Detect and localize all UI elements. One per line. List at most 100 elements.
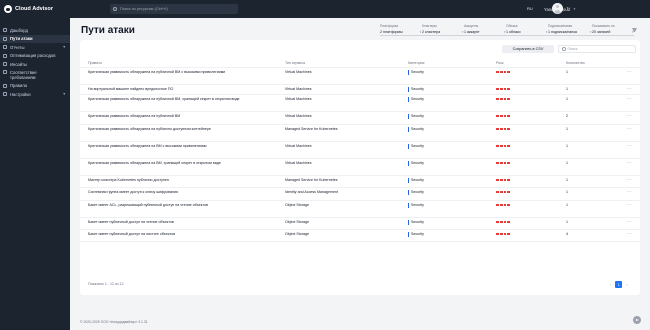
table-search-input[interactable]: Поиск — [558, 45, 636, 53]
page-button-current[interactable]: 1 — [615, 281, 623, 288]
rule-cell[interactable]: Бакет имеет публичный доступ на чтение о… — [80, 217, 285, 230]
sidebar-item-compliance[interactable]: Соответствие требованиям — [0, 69, 70, 82]
table-row[interactable]: Критическая уязвимость обнаружена на пуб… — [80, 111, 640, 125]
filter-accounts[interactable]: Аккаунты 1 аккаунт ▼ — [464, 24, 506, 36]
rule-cell[interactable]: Критическая уязвимость обнаружена на пуб… — [80, 94, 285, 112]
table-row[interactable]: Системная группа имеет доступ к ключу ши… — [80, 187, 640, 201]
more-icon[interactable]: ··· — [616, 217, 640, 230]
sidebar-item-dashboard[interactable]: Дашборд — [0, 26, 70, 35]
avatar[interactable] — [552, 3, 563, 14]
risk-segment — [507, 203, 511, 207]
filter-icon[interactable] — [632, 28, 637, 33]
rule-cell[interactable]: Бакет имеет публичный доступ на листинг … — [80, 229, 285, 242]
filter-subscriptions[interactable]: Подписки/папки 1 подписка/папка ▼ — [548, 24, 592, 36]
rule-cell[interactable]: Критическая уязвимость обнаружена на ВМ,… — [80, 158, 285, 176]
more-icon[interactable]: ··· — [616, 158, 640, 176]
more-icon[interactable]: ··· — [616, 200, 640, 218]
risk-segment — [496, 144, 499, 148]
rule-cell[interactable]: Критическая уязвимость обнаружена на пуб… — [80, 111, 285, 125]
risk-segment — [507, 232, 511, 236]
more-icon[interactable]: ··· — [616, 175, 640, 188]
table-row[interactable]: Бакет имеет ACL, разрешающий публичный д… — [80, 200, 640, 218]
table-row[interactable]: Критическая уязвимость обнаружена на ВМ,… — [80, 158, 640, 176]
table-row[interactable]: На виртуальной машине найдено вредоносно… — [80, 84, 640, 95]
more-icon[interactable]: ··· — [616, 229, 640, 242]
filter-platform[interactable]: Платформа 2 платформы ▼ — [380, 24, 422, 36]
sidebar-item-cost-optimization[interactable]: Оптимизация расходов — [0, 52, 70, 61]
more-icon[interactable]: ··· — [616, 141, 640, 159]
category-cell: Security — [408, 70, 496, 75]
rule-cell[interactable]: Критическая уязвимость обнаружена на пуб… — [80, 67, 285, 85]
filter-label: Подписки/папки — [548, 24, 573, 28]
brand[interactable]: Cloud Advisor — [0, 0, 70, 18]
filter-page-size[interactable]: Показывать по 20 записей ▼ — [592, 24, 634, 36]
filter-clusters[interactable]: Кластеры 2 кластера ▼ — [422, 24, 464, 36]
risk-segment — [507, 220, 511, 224]
category-cell: Security — [408, 144, 496, 149]
table-row[interactable]: Критическая уязвимость обнаружена на пуб… — [80, 94, 640, 112]
rule-cell[interactable]: Мастер кластера Kubernetes публично дост… — [80, 175, 285, 188]
table-row[interactable]: Критическая уязвимость обнаружена на ВМ … — [80, 141, 640, 159]
rule-cell[interactable]: Бакет имеет ACL, разрешающий публичный д… — [80, 200, 285, 218]
column-header-service[interactable]: Тип сервиса — [285, 60, 408, 68]
service-cell: Managed Service for Kubernetes — [285, 175, 408, 188]
global-search-input[interactable]: Поиск по ресурсам (Ctrl+K) — [110, 4, 238, 14]
column-header-risk[interactable]: Риск — [496, 60, 566, 68]
filter-value: 2 платформы ▼ — [380, 30, 422, 36]
telegram-icon[interactable] — [633, 316, 641, 324]
table-row[interactable]: Бакет имеет публичный доступ на листинг … — [80, 229, 640, 242]
gear-icon — [3, 92, 7, 97]
table-row[interactable]: Мастер кластера Kubernetes публично дост… — [80, 175, 640, 188]
risk-segment — [507, 97, 511, 101]
category-cell: Security — [408, 220, 496, 225]
category-marker — [408, 220, 409, 225]
rule-cell[interactable]: Критическая уязвимость обнаружена на ВМ … — [80, 141, 285, 159]
more-icon[interactable]: ··· — [616, 84, 640, 95]
filter-label: Облака — [506, 24, 518, 28]
more-icon[interactable]: ··· — [616, 67, 640, 85]
table-row[interactable]: Критическая уязвимость обнаружена на пуб… — [80, 124, 640, 142]
rule-cell[interactable]: Критическая уязвимость обнаружена на пуб… — [80, 124, 285, 142]
chevron-right-icon[interactable]: › — [626, 282, 627, 287]
column-header-rule[interactable]: Правило — [80, 60, 285, 68]
more-icon[interactable]: ··· — [616, 111, 640, 125]
risk-cell-wrapper — [496, 217, 566, 230]
table-row[interactable]: Бакет имеет публичный доступ на чтение о… — [80, 217, 640, 230]
service-cell: Virtual Machines — [285, 84, 408, 95]
category-marker — [408, 114, 409, 119]
more-icon[interactable]: ··· — [616, 124, 640, 142]
chevron-down-icon[interactable]: ▼ — [566, 6, 569, 10]
category-label: Security — [411, 127, 424, 132]
risk-cell-wrapper — [496, 200, 566, 218]
sidebar-item-insights[interactable]: Инсайты — [0, 60, 70, 69]
risk-indicator — [496, 190, 566, 194]
risk-segment — [507, 70, 511, 74]
sidebar-item-rules[interactable]: Правила — [0, 82, 70, 91]
more-icon[interactable]: ··· — [616, 187, 640, 201]
export-csv-button[interactable]: Сохранить в CSV — [502, 45, 554, 53]
sidebar-item-attack-paths[interactable]: Пути атаки — [0, 34, 70, 43]
risk-indicator — [496, 232, 566, 236]
risk-segment — [503, 178, 507, 182]
chevron-left-icon[interactable]: ‹ — [610, 282, 611, 287]
filter-clouds[interactable]: Облака 1 облако ▼ — [506, 24, 548, 36]
filter-value: 1 аккаунт ▼ — [464, 30, 506, 36]
service-cell: Managed Service for Kubernetes — [285, 124, 408, 142]
language-switcher[interactable]: RU — [527, 6, 533, 11]
column-header-count[interactable]: Количество — [566, 60, 616, 68]
sidebar-item-label: Соответствие требованиям — [10, 69, 37, 80]
pagination-summary: Показано 1 - 12 из 12 — [88, 282, 124, 286]
more-icon[interactable]: ··· — [616, 94, 640, 112]
column-header-category[interactable]: Категория — [408, 60, 496, 68]
filter-value-text: 1 подписка/папка — [548, 30, 577, 34]
rule-cell[interactable]: Системная группа имеет доступ к ключу ши… — [80, 187, 285, 201]
rule-cell[interactable]: На виртуальной машине найдено вредоносно… — [80, 84, 285, 95]
sidebar-item-reports[interactable]: Отчеты ▼ — [0, 43, 70, 52]
table-row[interactable]: Критическая уязвимость обнаружена на пуб… — [80, 67, 640, 85]
attack-paths-card: Сохранить в CSV Поиск Правило Тип сервис… — [80, 40, 640, 295]
risk-indicator — [496, 87, 566, 91]
attack-paths-icon — [3, 36, 7, 41]
risk-indicator — [496, 114, 566, 118]
sidebar-item-settings[interactable]: Настройки ▼ — [0, 90, 70, 99]
risk-segment — [507, 144, 511, 148]
